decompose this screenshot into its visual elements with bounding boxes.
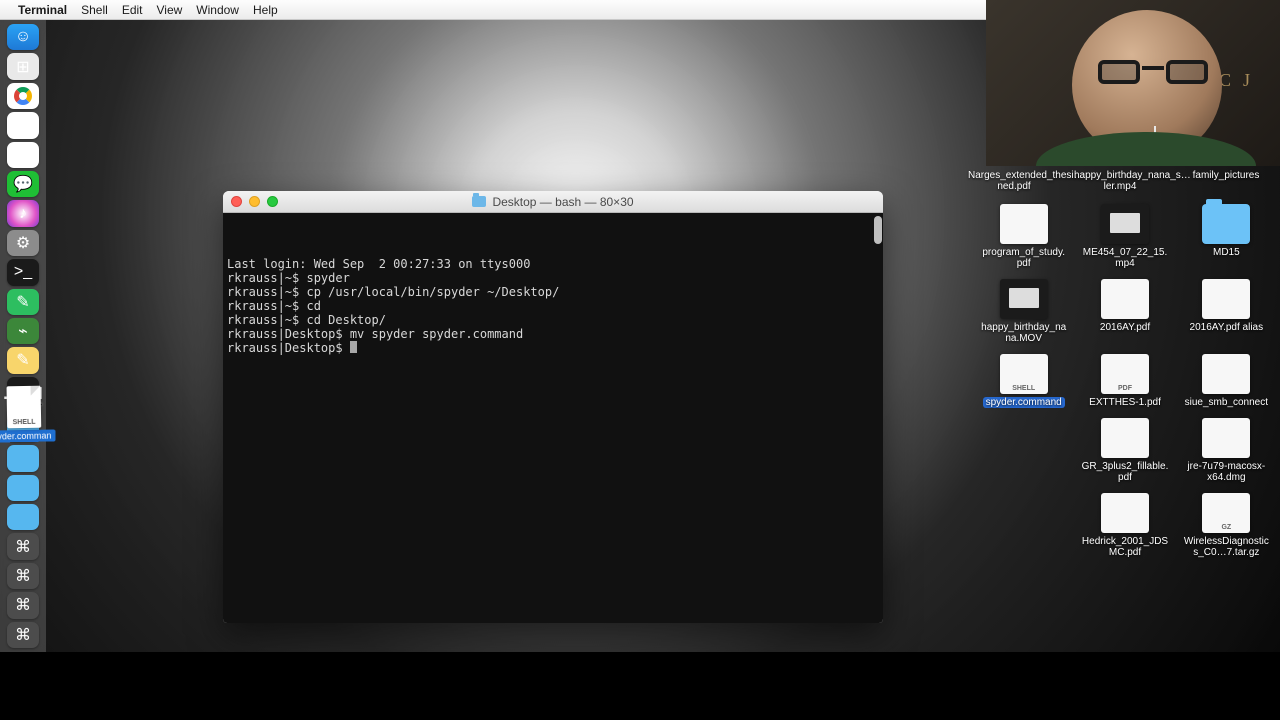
terminal-line: rkrauss|~$ cp /usr/local/bin/spyder ~/De… (227, 285, 879, 299)
dock-app-spyder[interactable]: ⌁ (7, 318, 39, 344)
doc-icon: PDF (1101, 354, 1149, 394)
terminal-scrollbar[interactable] (874, 216, 882, 244)
desktop-icon-row: happy_birthday_nana.MOV 2016AY.pdf 2016AY.… (980, 279, 1280, 344)
window-title: Desktop — bash — 80×30 (492, 195, 633, 209)
desktop-icon-label: WirelessDiagnostics_C0…7.tar.gz (1183, 536, 1270, 558)
desktop-icon[interactable]: happy_birthday_nana.MOV (980, 279, 1067, 344)
desktop-icon-label: 2016AY.pdf alias (1190, 322, 1264, 333)
dock-stack-disk-1[interactable]: ⌘ (7, 533, 39, 559)
dock-app-chrome[interactable] (7, 83, 39, 109)
desktop-icon[interactable]: PDF EXTTHES-1.pdf (1081, 354, 1168, 408)
terminal-line: rkrauss|~$ spyder (227, 271, 879, 285)
video-icon (1000, 279, 1048, 319)
app-icon (1202, 354, 1250, 394)
dragged-file[interactable]: ↖ SHELL yder.comman (3, 386, 46, 443)
desktop-icon[interactable]: 2016AY.pdf alias (1183, 279, 1270, 344)
desktop-icon[interactable]: jre-7u79-macosx-x64.dmg (1183, 418, 1270, 483)
terminal-line: rkrauss|Desktop$ (227, 341, 879, 355)
titlebar-folder-icon (472, 196, 486, 207)
desktop-label[interactable]: Narges_extended_thesi…ned.pdf (968, 170, 1060, 192)
desktop-icon-label: spyder.command (983, 397, 1065, 408)
desktop-icons: program_of_study.pdf ME454_07_22_15.mp4 MD… (980, 204, 1280, 558)
doc-icon (1202, 279, 1250, 319)
desktop-label[interactable]: family_pictures (1180, 170, 1272, 192)
desktop-icon-label: 2016AY.pdf (1100, 322, 1150, 333)
desktop-icon-label: siue_smb_connect (1185, 397, 1268, 408)
dock-app-notes[interactable]: ✎ (7, 347, 39, 373)
dock-app-messages[interactable]: 💬 (7, 171, 39, 197)
desktop-icon[interactable]: 2016AY.pdf (1081, 279, 1168, 344)
menubar-app-name[interactable]: Terminal (18, 3, 67, 17)
desktop-icon[interactable]: MD15 (1183, 204, 1270, 269)
terminal-body[interactable]: Last login: Wed Sep 2 00:27:33 on ttys00… (223, 213, 883, 623)
doc-icon (1101, 279, 1149, 319)
desktop-top-labels: Narges_extended_thesi…ned.pdf happy_birt… (968, 170, 1272, 192)
desktop-icon[interactable]: GZ WirelessDiagnostics_C0…7.tar.gz (1183, 493, 1270, 558)
dock-app-itunes[interactable]: ♪ (7, 200, 39, 226)
webcam-overlay: SCJ (986, 0, 1280, 166)
desktop-icon[interactable]: Hedrick_2001_JDSMC.pdf (1081, 493, 1168, 558)
dock-app-finder[interactable]: ☺ (7, 24, 39, 50)
desktop-icon-row: SHELL spyder.command PDF EXTTHES-1.pdf siue_… (980, 354, 1280, 408)
desktop-icon-label: EXTTHES-1.pdf (1089, 397, 1161, 408)
desktop-icon-row: GR_3plus2_fillable.pdf jre-7u79-macosx-x6… (980, 418, 1280, 483)
terminal-line: Last login: Wed Sep 2 00:27:33 on ttys00… (227, 257, 879, 271)
file-badge: SHELL (13, 419, 36, 426)
desktop-icon[interactable]: siue_smb_connect (1183, 354, 1270, 408)
doc-icon (1202, 418, 1250, 458)
dock-app-launchpad[interactable]: ⊞ (7, 53, 39, 79)
desktop-icon[interactable]: program_of_study.pdf (980, 204, 1067, 269)
desktop-icon-label: jre-7u79-macosx-x64.dmg (1183, 461, 1270, 483)
desktop-icon[interactable]: SHELL spyder.command (980, 354, 1067, 408)
desktop-icon-row: Hedrick_2001_JDSMC.pdf GZ WirelessDiagnost… (980, 493, 1280, 558)
doc-icon: SHELL (1000, 354, 1048, 394)
dock: ☺⊞2☰💬♪⚙>_✎⌁✎▁▃▅⌘⌘⌘⌘ (0, 20, 46, 652)
dock-stack-folder-3[interactable] (7, 475, 39, 501)
dragged-file-label: yder.comman (0, 429, 55, 442)
dock-stack-disk-3[interactable]: ⌘ (7, 592, 39, 618)
desktop-icon[interactable]: GR_3plus2_fillable.pdf (1081, 418, 1168, 483)
dock-app-evernote[interactable]: ✎ (7, 289, 39, 315)
doc-icon: GZ (1202, 493, 1250, 533)
terminal-cursor (350, 341, 357, 353)
letterbox-bottom (0, 652, 1280, 720)
menu-edit[interactable]: Edit (122, 3, 143, 17)
dock-app-system-preferences[interactable]: ⚙ (7, 230, 39, 256)
desktop-icon-label: MD15 (1213, 247, 1240, 258)
doc-icon (1101, 418, 1149, 458)
doc-icon (1000, 204, 1048, 244)
desktop-icon-row: program_of_study.pdf ME454_07_22_15.mp4 MD… (980, 204, 1280, 269)
terminal-line: rkrauss|Desktop$ mv spyder spyder.comman… (227, 327, 879, 341)
doc-icon (1101, 493, 1149, 533)
desktop-icon[interactable]: ME454_07_22_15.mp4 (1081, 204, 1168, 269)
dock-app-reminders[interactable]: ☰ (7, 142, 39, 168)
menu-window[interactable]: Window (196, 3, 239, 17)
desktop-icon-label: ME454_07_22_15.mp4 (1081, 247, 1168, 269)
dock-stack-disk-2[interactable]: ⌘ (7, 563, 39, 589)
desktop-icon-label: program_of_study.pdf (980, 247, 1067, 269)
dock-stack-downloads[interactable] (7, 445, 39, 471)
terminal-window[interactable]: Desktop — bash — 80×30 Last login: Wed S… (223, 191, 883, 623)
window-titlebar[interactable]: Desktop — bash — 80×30 (223, 191, 883, 213)
file-icon: SHELL (7, 386, 42, 429)
dock-app-calendar[interactable]: 2 (7, 112, 39, 138)
menu-shell[interactable]: Shell (81, 3, 108, 17)
desktop-icon-label: happy_birthday_nana.MOV (980, 322, 1067, 344)
terminal-line: rkrauss|~$ cd (227, 299, 879, 313)
presenter-shirt (1036, 132, 1256, 166)
dock-app-terminal[interactable]: >_ (7, 259, 39, 285)
dock-stack-folder-4[interactable] (7, 504, 39, 530)
glasses-icon (1098, 60, 1208, 84)
dock-stack-disk-4[interactable]: ⌘ (7, 622, 39, 648)
menu-help[interactable]: Help (253, 3, 278, 17)
video-icon (1101, 204, 1149, 244)
desktop-label[interactable]: happy_birthday_nana_s…ler.mp4 (1074, 170, 1166, 192)
desktop-icon-label: Hedrick_2001_JDSMC.pdf (1081, 536, 1168, 558)
desktop-icon-label: GR_3plus2_fillable.pdf (1081, 461, 1168, 483)
folder-icon (1202, 204, 1250, 244)
menu-view[interactable]: View (157, 3, 183, 17)
terminal-line: rkrauss|~$ cd Desktop/ (227, 313, 879, 327)
